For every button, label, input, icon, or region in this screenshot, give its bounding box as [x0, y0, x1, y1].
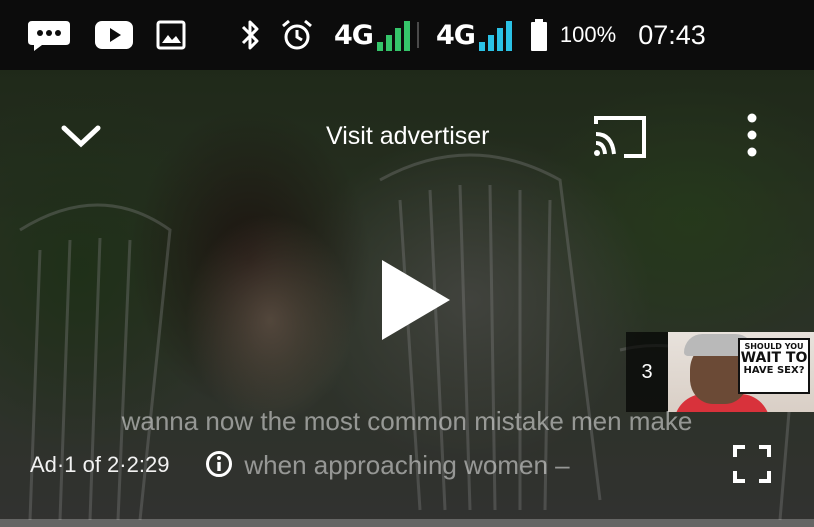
messages-icon: [26, 18, 72, 52]
ad-progress-bar[interactable]: [0, 519, 814, 527]
more-options-button[interactable]: [742, 112, 762, 158]
fullscreen-button[interactable]: [732, 444, 772, 484]
ad-info-button[interactable]: [205, 450, 233, 478]
clock: 07:43: [638, 19, 706, 50]
image-icon: [156, 20, 186, 50]
info-icon: [206, 451, 232, 477]
collapse-button[interactable]: [58, 122, 104, 152]
network-type-2: 4G: [435, 19, 476, 51]
play-button[interactable]: [378, 258, 454, 342]
data-activity-icon: [414, 20, 422, 50]
play-icon: [382, 260, 450, 340]
fullscreen-icon: [733, 445, 771, 483]
more-vertical-icon: [747, 113, 757, 157]
alarm-icon: [280, 18, 314, 52]
up-next-preview[interactable]: 3 SHOULD YOU WAIT TO HAVE SEX?: [626, 332, 814, 412]
video-player[interactable]: Visit advertiser 3 SHOULD YOU WAIT TO HA…: [0, 70, 814, 527]
caption-line-1: wanna now the most common mistake men ma…: [121, 406, 693, 436]
visit-advertiser-link[interactable]: Visit advertiser: [326, 122, 490, 151]
thumbnail-text-3: HAVE SEX?: [743, 365, 805, 377]
network-type-1: 4G: [334, 19, 374, 51]
bluetooth-icon: [240, 18, 262, 52]
thumbnail-title: SHOULD YOU WAIT TO HAVE SEX?: [738, 338, 810, 394]
battery-percent: 100%: [559, 22, 617, 47]
status-bar: 4G 4G 100% 07:43: [0, 0, 814, 70]
signal-strength-icon: [376, 19, 410, 51]
cast-button[interactable]: [590, 112, 650, 160]
youtube-icon: [94, 20, 134, 50]
cast-icon: [594, 116, 646, 158]
status-bar-system: 4G 4G 100% 07:43: [214, 18, 706, 52]
chevron-down-icon: [61, 125, 101, 148]
ad-info: Ad·1 of 2·2:29: [30, 452, 170, 477]
signal-strength-2-icon: [478, 19, 512, 51]
up-next-thumbnail[interactable]: SHOULD YOU WAIT TO HAVE SEX?: [668, 332, 814, 412]
thumbnail-text-2: WAIT TO: [740, 350, 808, 367]
battery-icon: [530, 18, 548, 52]
status-bar-notifications: [26, 18, 186, 52]
up-next-count: 3: [626, 332, 668, 412]
